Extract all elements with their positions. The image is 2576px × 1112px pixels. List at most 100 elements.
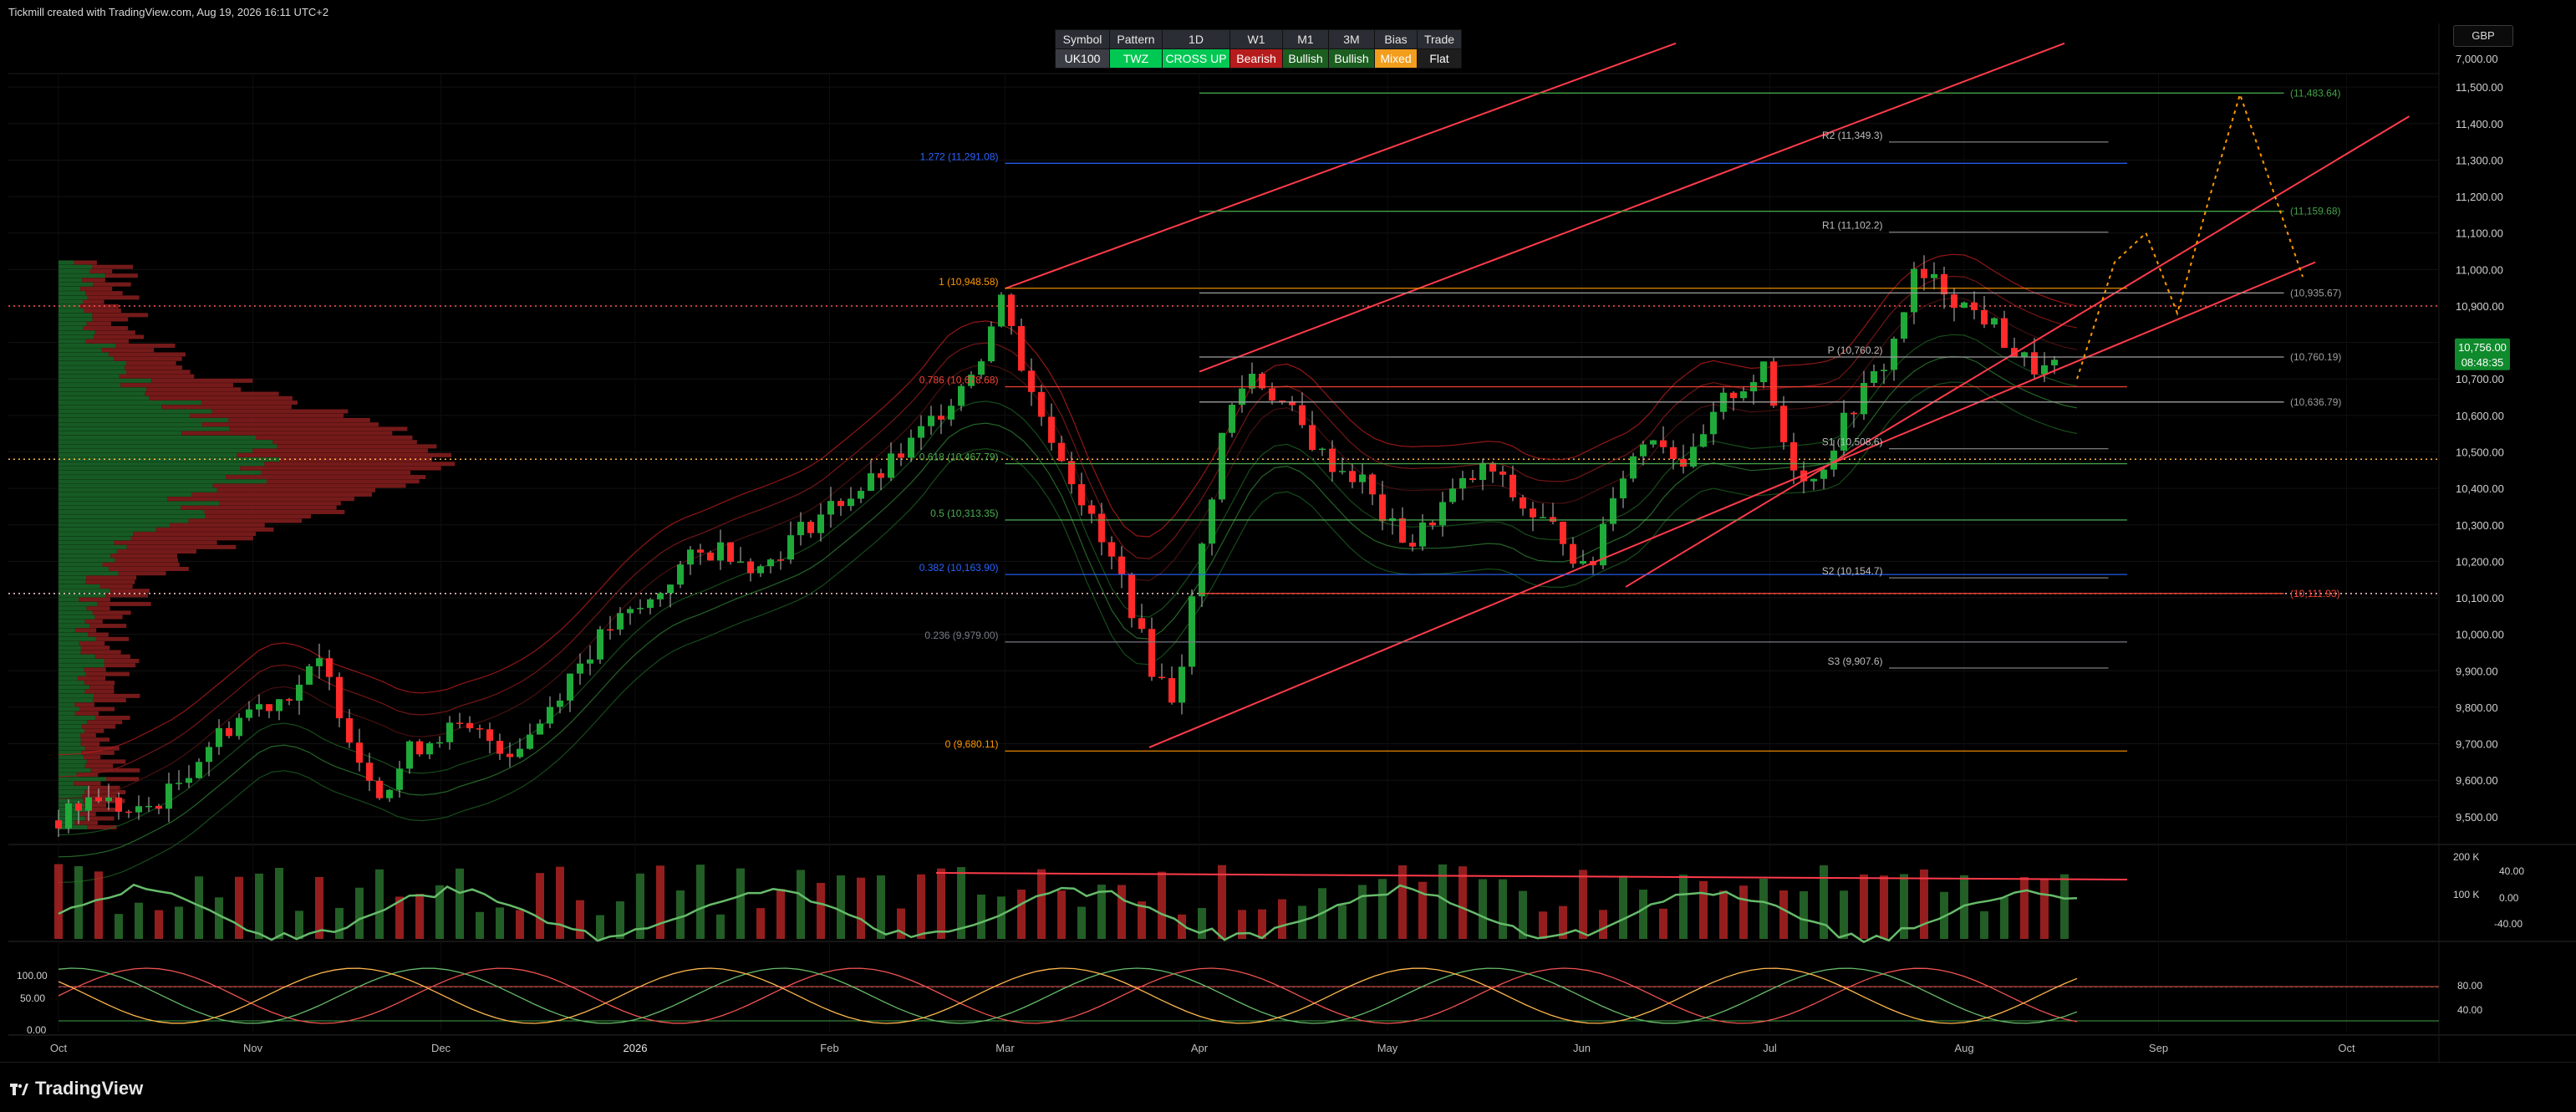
stochastic-line — [58, 967, 2078, 1024]
volume-profile-bar-up — [59, 720, 88, 725]
volume-bar-up — [295, 911, 303, 939]
volume-profile-bar-up — [59, 807, 88, 812]
candle-up — [1650, 440, 1657, 445]
volume-profile-bar-up — [59, 348, 102, 353]
candle-up — [296, 684, 303, 701]
volume-profile-bar-up — [59, 422, 202, 427]
volume-profile-bar-up — [59, 711, 75, 716]
candle-down — [607, 629, 613, 631]
volume-profile-bar-up — [59, 444, 277, 449]
volume-profile-bar-up — [59, 370, 127, 375]
volume-bar-up — [2000, 897, 2008, 939]
candle-up — [1700, 434, 1707, 447]
volume-panel-tick-label: 40.00 — [2499, 865, 2524, 877]
candle-down — [1138, 618, 1145, 630]
level-label: (10,935.67) — [2290, 287, 2341, 298]
volume-profile-bar-down — [261, 470, 411, 475]
y-tick-label: 10,600.00 — [2456, 410, 2504, 422]
volume-bar-down — [1057, 890, 1066, 939]
tradingview-logo[interactable]: TradingView — [10, 1078, 143, 1099]
volume-profile-bar-down — [118, 571, 166, 576]
candle-down — [1469, 477, 1476, 481]
volume-bar-up — [1378, 879, 1387, 939]
volume-bar-up — [1980, 911, 1988, 939]
y-tick-label: 9,500.00 — [2456, 811, 2498, 824]
volume-profile-bar-down — [85, 291, 123, 296]
candle-down — [486, 729, 493, 742]
volume-profile-bar-up — [59, 685, 90, 690]
price-chart[interactable]: 7,000.00 9,500.00 9,600.00 9,700.00 9,800.00… — [0, 23, 2576, 1062]
candle-up — [737, 561, 744, 564]
volume-profile-bar-up — [59, 636, 96, 641]
candle-down — [2001, 318, 2008, 349]
volume-profile-bar-down — [93, 282, 131, 287]
volume-profile-bar-up — [59, 676, 78, 681]
volume-profile-bar-up — [59, 702, 75, 707]
y-tick-label: 11,000.00 — [2456, 263, 2503, 276]
candle-down — [125, 811, 132, 814]
volume-bar-up — [1077, 906, 1086, 939]
candle-up — [848, 498, 854, 507]
candle-up — [717, 542, 724, 561]
volume-bar-up — [696, 865, 705, 939]
volume-panel — [54, 864, 2128, 944]
volume-profile-bar-up — [59, 781, 74, 786]
volume-bar-down — [917, 874, 925, 939]
volume-profile-bar-up — [59, 295, 88, 300]
candle-down — [95, 797, 102, 802]
volume-profile-bar-down — [80, 737, 110, 742]
volume-bar-down — [1238, 910, 1246, 939]
y-tick-label: 9,900.00 — [2456, 665, 2498, 677]
volume-profile-bar-up — [59, 487, 217, 492]
candle-down — [476, 728, 483, 730]
volume-profile-bar-down — [201, 400, 298, 406]
volume-profile-bar-down — [106, 777, 140, 782]
volume-profile-bar-down — [97, 601, 151, 606]
volume-profile-bar-up — [59, 558, 115, 563]
candle-down — [1509, 474, 1516, 497]
y-tick-label: 10,700.00 — [2456, 373, 2504, 385]
level-label: (10,760.19) — [2290, 351, 2341, 363]
y-tick-label: 11,500.00 — [2456, 81, 2503, 94]
candle-down — [1730, 392, 1737, 399]
volume-profile-bar-down — [181, 431, 393, 436]
candle-up — [426, 742, 433, 755]
volume-bar-down — [1779, 890, 1788, 939]
volume-profile-bar-up — [59, 492, 192, 497]
stochastic-tick-label: 50.00 — [20, 992, 45, 1004]
volume-bar-down — [1017, 889, 1026, 939]
volume-bar-down — [1117, 885, 1126, 939]
candle-up — [517, 748, 523, 757]
channel-line — [1148, 261, 2316, 748]
candle-up — [1861, 383, 1867, 415]
candle-up — [386, 789, 393, 798]
volume-bar-up — [676, 890, 685, 939]
volume-profile-bar-up — [59, 514, 206, 519]
candle-down — [1018, 325, 1025, 371]
volume-profile-bar-up — [59, 768, 91, 773]
volume-profile-bar-down — [87, 824, 117, 829]
candle-down — [878, 473, 884, 478]
volume-profile-bar-up — [59, 536, 131, 541]
volume-profile-bar-down — [86, 759, 126, 764]
volume-profile-bar-up — [59, 518, 189, 523]
volume-profile-bar-up — [59, 378, 152, 383]
candle-down — [1851, 412, 1857, 415]
volume-bar-down — [1699, 880, 1708, 939]
envelope-band — [58, 253, 2078, 756]
volume-profile-bar-up — [59, 667, 84, 672]
volume-profile-bar-up — [59, 601, 98, 606]
volume-profile-bar-up — [59, 763, 85, 768]
candle-up — [216, 727, 222, 747]
pivot-label: S1 (10,508.6) — [1822, 436, 1883, 448]
volume-bar-up — [456, 868, 464, 939]
volume-profile-bar-up — [59, 317, 93, 322]
volume-profile-bar-down — [125, 365, 182, 370]
x-tick-label: Oct — [2338, 1042, 2355, 1054]
volume-profile-bar-down — [228, 426, 408, 431]
volume-profile-bar-down — [170, 523, 265, 528]
volume-bar-down — [1880, 875, 1888, 939]
candle-up — [236, 717, 242, 737]
volume-profile-bar-down — [212, 483, 406, 488]
volume-profile-bar-up — [59, 278, 83, 283]
